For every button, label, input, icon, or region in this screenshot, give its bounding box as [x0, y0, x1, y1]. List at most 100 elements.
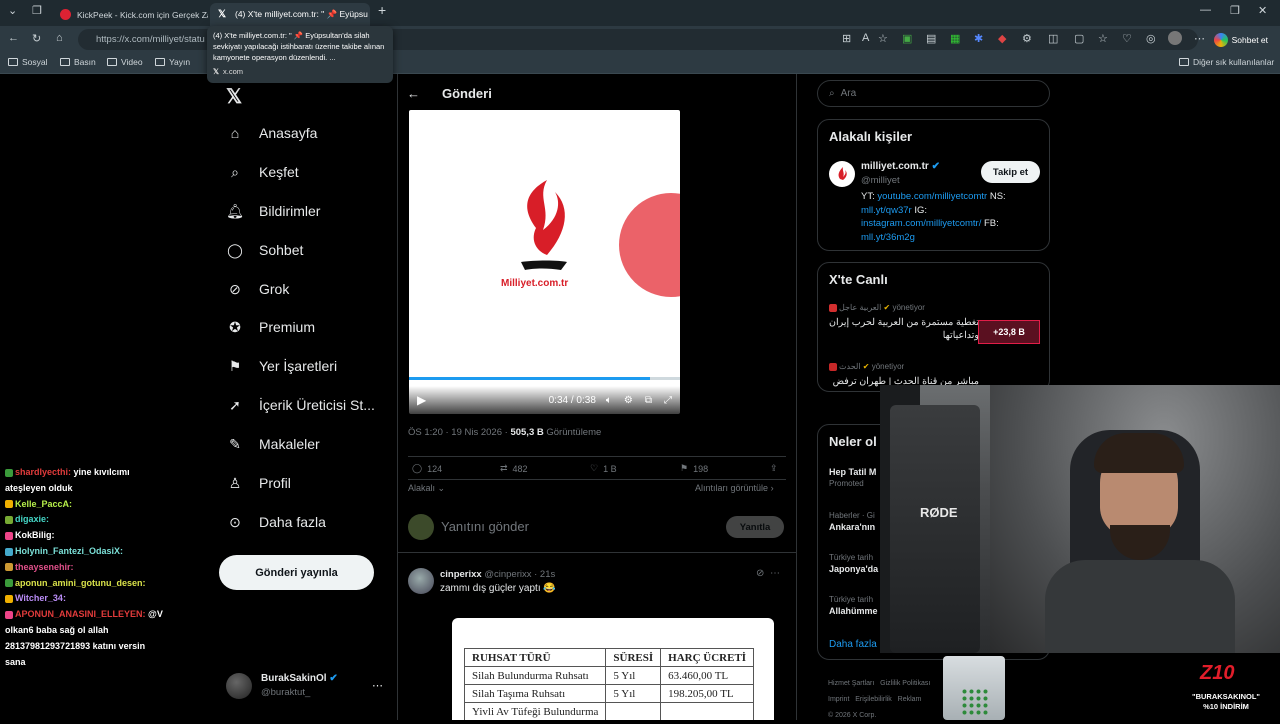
fee-table-image[interactable]: RUHSAT TÜRÜ SÜRESİ HARÇ ÜCRETİ Silah Bul… — [452, 618, 774, 720]
nav-more[interactable]: ⊙ Daha fazla — [226, 513, 326, 531]
bio-link[interactable]: youtube.com/milliyetcomtr — [877, 191, 987, 202]
other-bookmarks[interactable]: Diğer sık kullanılanlar — [1179, 57, 1274, 67]
live-listener-badge[interactable]: +23,8 B — [978, 320, 1040, 344]
nav-grok[interactable]: ⊘ Grok — [226, 280, 289, 298]
avatar[interactable] — [408, 568, 434, 594]
related-dropdown[interactable]: Alakalı ⌄ — [408, 483, 445, 494]
repost-action[interactable]: ⇄ 482 — [500, 463, 528, 474]
more-menu-icon[interactable]: ⋯ — [1194, 32, 1205, 45]
more-options-icon[interactable]: ⋯ — [372, 679, 383, 692]
chat-username[interactable]: digaxie: — [15, 514, 49, 524]
app-available-icon[interactable]: ⊞ — [842, 32, 851, 45]
bookmark-folder-basin[interactable]: Basın — [60, 57, 96, 67]
picture-in-picture-icon[interactable]: ⧉ — [645, 395, 652, 406]
footer-link[interactable]: Erişilebilirlik — [855, 696, 892, 703]
collections-icon[interactable]: ▢ — [1074, 32, 1084, 45]
grok-explain-icon[interactable]: ⊘ — [756, 568, 764, 579]
maximize-icon[interactable]: ❐ — [1230, 4, 1240, 17]
extension-icon[interactable]: ▣ — [902, 32, 912, 45]
nav-creator-studio[interactable]: ➚ İçerik Üreticisi St... — [226, 396, 375, 414]
bio-link[interactable]: instagram.com/milliyetcomtr/ — [861, 218, 981, 229]
footer-link[interactable]: Imprint — [828, 696, 849, 703]
x-logo-icon[interactable]: 𝕏 — [226, 84, 242, 109]
trend-item[interactable]: Haberler · Gi Ankara'nın — [829, 511, 875, 532]
chat-username[interactable]: APONUN_ANASINI_ELLEYEN: — [15, 609, 146, 619]
bookmark-folder-yayin[interactable]: Yayın — [155, 57, 190, 67]
extension-icon[interactable]: ◆ — [998, 32, 1006, 45]
more-options-icon[interactable]: ⋯ — [770, 568, 780, 579]
extension-icon[interactable]: ✱ — [974, 32, 983, 45]
read-aloud-icon[interactable]: A — [862, 32, 869, 44]
bio-link[interactable]: mll.yt/qw37r — [861, 205, 912, 216]
view-quotes-link[interactable]: Alıntıları görüntüle › — [695, 483, 774, 493]
bio-link[interactable]: mll.yt/36m2g — [861, 232, 915, 243]
reply-action[interactable]: ◯ 124 — [412, 463, 442, 474]
bookmark-folder-sosyal[interactable]: Sosyal — [8, 57, 48, 67]
show-more-link[interactable]: Daha fazla — [829, 639, 877, 650]
nav-profile[interactable]: ♙ Profil — [226, 474, 291, 492]
refresh-icon[interactable]: ↻ — [32, 32, 41, 45]
bookmark-folder-video[interactable]: Video — [107, 57, 143, 67]
chat-username[interactable]: aponun_amini_gotunu_desen: — [15, 578, 146, 588]
trend-item[interactable]: Türkiye tarih Japonya'da — [829, 553, 878, 574]
workspaces-icon[interactable]: ❐ — [32, 4, 42, 17]
footer-link[interactable]: Gizlilik Politikası — [880, 680, 930, 687]
back-icon[interactable]: ← — [8, 32, 19, 44]
tab-x-milliyet[interactable]: 𝕏 (4) X'te milliyet.com.tr: " 📌 Eyüpsu ✕ — [210, 3, 370, 26]
live-item[interactable]: العربية عاجل ✔ yönetiyor تغطية مستمرة من… — [829, 303, 979, 342]
reply-button[interactable]: Yanıtla — [726, 516, 784, 538]
chat-username[interactable]: Kelle_PaccA: — [15, 499, 72, 509]
chat-username[interactable]: theaysenehir: — [15, 562, 74, 572]
trend-item[interactable]: Hep Tatil M Promoted — [829, 467, 876, 488]
nav-explore[interactable]: ⌕ Keşfet — [226, 163, 299, 181]
nav-notifications[interactable]: 🔔︎ Bildirimler — [226, 202, 320, 220]
video-progress-bar[interactable] — [409, 377, 680, 380]
split-screen-icon[interactable]: ◫ — [1048, 32, 1058, 45]
video-player[interactable]: Milliyet.com.tr — [409, 110, 680, 414]
nav-bookmarks[interactable]: ⚑ Yer İşaretleri — [226, 357, 337, 375]
reply-input[interactable]: Yanıtını gönder — [441, 519, 529, 534]
bookmark-action[interactable]: ⚑ 198 — [680, 463, 708, 474]
trend-item[interactable]: Türkiye tarih Allahümme — [829, 595, 878, 616]
settings-gear-icon[interactable]: ⚙ — [624, 395, 633, 406]
favorite-star-icon[interactable]: ☆ — [878, 32, 888, 45]
copilot-icon[interactable]: ◎ — [1146, 32, 1156, 45]
health-icon[interactable]: ♡ — [1122, 32, 1132, 45]
account-switcher[interactable]: BurakSakinOl ✔ @buraktut_ ⋯ — [226, 671, 386, 705]
back-arrow-icon[interactable]: ← — [407, 86, 420, 101]
tab-list-icon[interactable]: ⌄ — [8, 4, 17, 17]
extension-icon[interactable]: ▦ — [950, 32, 960, 45]
nav-articles[interactable]: ✎ Makaleler — [226, 435, 320, 453]
extension-icon[interactable]: ▤ — [926, 32, 936, 45]
avatar[interactable] — [829, 161, 855, 187]
chat-username[interactable]: Witcher_34: — [15, 593, 66, 603]
favorites-icon[interactable]: ☆ — [1098, 32, 1108, 45]
home-icon[interactable]: ⌂ — [56, 32, 63, 44]
like-action[interactable]: ♡ 1 B — [590, 463, 617, 474]
volume-icon[interactable]: 🔈︎ — [606, 395, 612, 406]
profile-avatar-icon[interactable] — [1168, 31, 1182, 45]
bookmark-label: Video — [121, 57, 143, 67]
follow-button[interactable]: Takip et — [981, 161, 1040, 183]
share-action[interactable]: ⇪ — [770, 463, 778, 474]
related-name-row[interactable]: milliyet.com.tr ✔ — [861, 161, 940, 172]
chat-username[interactable]: shardlyecthi: — [15, 467, 71, 477]
close-window-icon[interactable]: ✕ — [1258, 4, 1267, 17]
new-tab-icon[interactable]: + — [378, 2, 386, 18]
chat-username[interactable]: Holynin_Fantezi_OdasiX: — [15, 546, 123, 556]
play-icon[interactable]: ▶ — [417, 393, 426, 407]
footer-link[interactable]: Reklam — [898, 696, 922, 703]
nav-premium[interactable]: ✪ Premium — [226, 318, 315, 336]
footer-link[interactable]: Hizmet Şartları — [828, 680, 874, 687]
nav-messages[interactable]: ◯ Sohbet — [226, 241, 303, 259]
tab-kickpeek[interactable]: KickPeek - Kick.com için Gerçek Za ✕ — [52, 3, 208, 26]
post-button[interactable]: Gönderi yayınla — [219, 555, 374, 590]
copilot-chat-button[interactable]: Sohbet et — [1213, 30, 1268, 49]
extensions-puzzle-icon[interactable]: ⚙ — [1022, 32, 1032, 45]
chat-username[interactable]: KokBilig: — [15, 530, 55, 540]
nav-home[interactable]: ⌂ Anasayfa — [226, 124, 318, 142]
minimize-icon[interactable]: — — [1200, 4, 1211, 16]
fullscreen-icon[interactable]: ⤢ — [664, 395, 672, 406]
author-name[interactable]: cinperixx — [440, 569, 482, 580]
search-input[interactable]: ⌕ Ara — [817, 80, 1050, 107]
